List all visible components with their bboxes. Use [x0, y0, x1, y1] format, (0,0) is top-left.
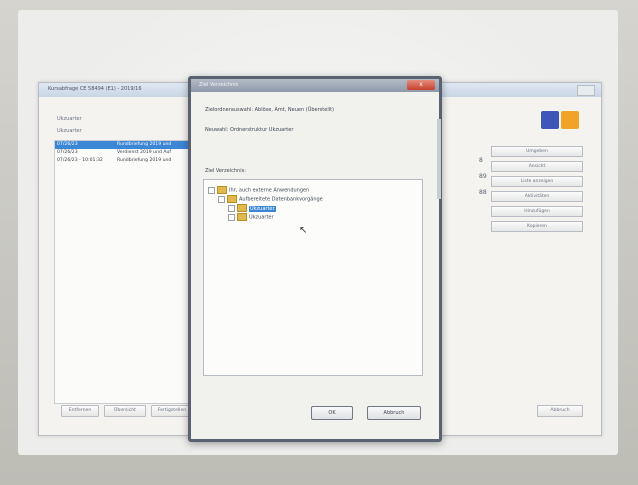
tree-node[interactable]: Ukzuarter — [228, 204, 276, 212]
side-button[interactable]: Aktivitäten — [491, 191, 583, 202]
side-mark: 88 — [479, 189, 487, 196]
side-mark: 8 — [479, 157, 483, 164]
dialog-text: Neuwahl: Ordnerstruktur Ukzuarter — [205, 127, 294, 133]
dialog-title: Ziel Verzeichnis — [199, 82, 239, 88]
folder-icon — [227, 195, 237, 203]
list-item[interactable]: 07/26/23 Verdienst 2019 und Auf — [55, 149, 195, 157]
tree-heading: Ziel Verzeichnis: — [205, 168, 246, 174]
overview-button[interactable]: Übersicht — [104, 405, 146, 417]
list-cell: 07/26/23 - 10:01:32 — [57, 158, 103, 163]
dialog-text: Zielordnerauswahl: Ablöse, Amt, Neuen (Ü… — [205, 107, 335, 113]
list-cell: Rundbriefung 2019 und — [117, 158, 172, 163]
finish-button[interactable]: Fertigstellen — [151, 405, 193, 417]
folder-icon[interactable] — [561, 111, 579, 129]
side-button[interactable]: Liste anzeigen — [491, 176, 583, 187]
side-button[interactable]: Kopieren — [491, 221, 583, 232]
minimize-icon[interactable] — [563, 85, 575, 94]
expand-icon[interactable] — [218, 195, 225, 203]
folder-icon — [237, 213, 247, 221]
remove-button[interactable]: Entfernen — [61, 405, 99, 417]
expand-icon[interactable] — [208, 186, 215, 194]
tree-node-label: Ukzuarter — [249, 205, 276, 212]
side-button[interactable]: Ansicht — [491, 161, 583, 172]
list-item[interactable]: 07/26/23 Rundbriefung 2019 und — [55, 141, 195, 149]
field-label: Ukzuarter — [57, 116, 82, 122]
tree-node[interactable]: Aufbereitete Datenbankvorgänge — [218, 195, 323, 203]
field-label: Ukzuarter — [57, 128, 82, 134]
folder-icon — [237, 204, 247, 212]
expand-icon[interactable] — [228, 213, 235, 221]
cancel-button[interactable]: Abbruch — [537, 405, 583, 417]
dialog-titlebar: Ziel Verzeichnis x — [191, 79, 439, 92]
item-list[interactable]: 07/26/23 Rundbriefung 2019 und 07/26/23 … — [54, 140, 196, 404]
target-folder-dialog: Ziel Verzeichnis x Zielordnerauswahl: Ab… — [188, 76, 442, 442]
tree-node-label: Aufbereitete Datenbankvorgänge — [239, 196, 323, 203]
folder-tree[interactable]: Ihr, auch externe Anwendungen Aufbereite… — [203, 179, 423, 376]
scrollbar[interactable] — [437, 119, 441, 199]
side-mark: 89 — [479, 173, 487, 180]
background-window-title: Kursabfrage CE 58494 (E1) - 2019/16 — [48, 86, 142, 92]
tree-node-label: Ukzuarter — [249, 214, 274, 221]
list-cell: 07/26/23 — [57, 142, 78, 147]
tree-node[interactable]: Ukzuarter — [228, 213, 274, 221]
mouse-cursor-icon: ↖ — [299, 225, 308, 236]
settings-icon[interactable] — [541, 111, 559, 129]
close-icon[interactable] — [577, 85, 595, 96]
side-button[interactable]: Hinzufügen — [491, 206, 583, 217]
list-cell: Verdienst 2019 und Auf — [117, 150, 172, 155]
list-cell: Rundbriefung 2019 und — [117, 142, 172, 147]
tree-node-label: Ihr, auch externe Anwendungen — [229, 187, 310, 194]
list-item[interactable]: 07/26/23 - 10:01:32 Rundbriefung 2019 un… — [55, 157, 195, 165]
expand-icon[interactable] — [228, 204, 235, 212]
cancel-button[interactable]: Abbruch — [367, 406, 421, 420]
ok-button[interactable]: OK — [311, 406, 353, 420]
folder-icon — [217, 186, 227, 194]
list-cell: 07/26/23 — [57, 150, 78, 155]
close-icon[interactable]: x — [407, 80, 435, 90]
tree-node[interactable]: Ihr, auch externe Anwendungen — [208, 186, 309, 194]
side-button[interactable]: Umgeben — [491, 146, 583, 157]
